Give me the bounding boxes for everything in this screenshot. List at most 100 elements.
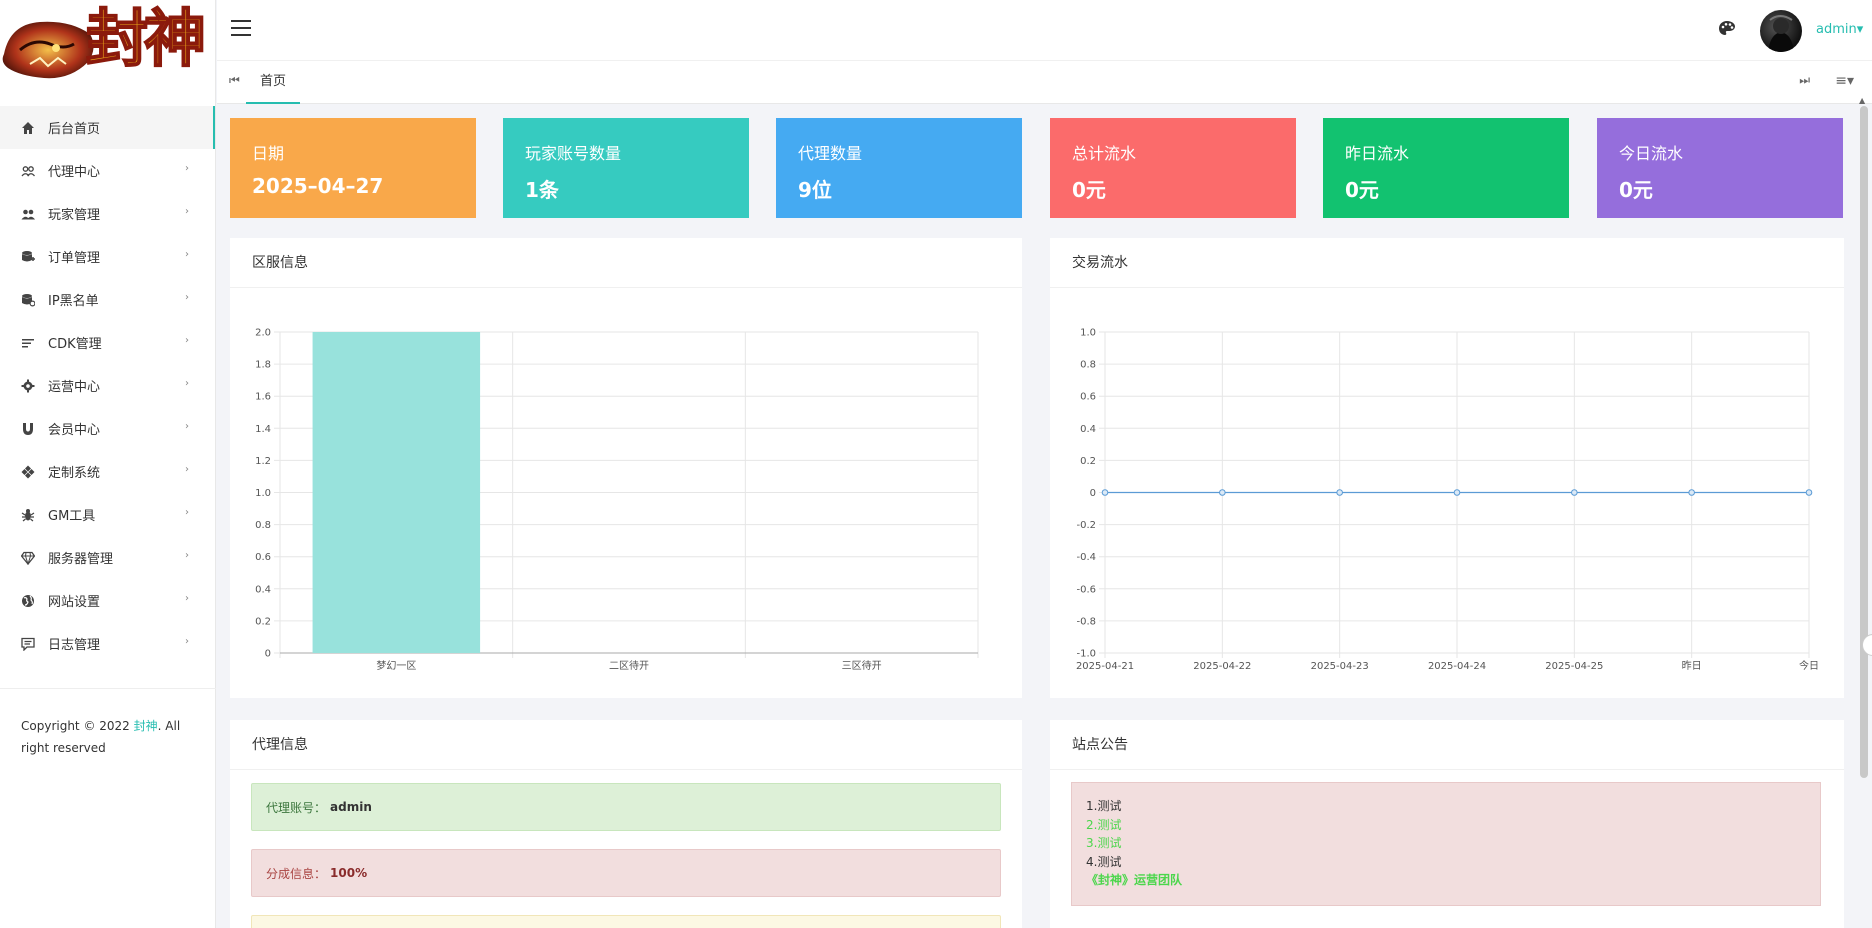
stat-label: 日期 <box>252 144 285 163</box>
y-tick-label: -0.6 <box>1076 584 1096 595</box>
tab-next-icon[interactable]: ⏭ <box>1799 73 1810 88</box>
page-scrollbar[interactable] <box>1860 106 1868 778</box>
dragon-logo-icon <box>2 21 94 79</box>
sidebar-item-label: GM工具 <box>48 509 96 524</box>
magnet-icon <box>20 421 36 437</box>
y-tick-label: 1.6 <box>255 392 271 403</box>
chevron-right-icon: › <box>185 507 189 518</box>
sidebar-item-label: IP黑名单 <box>48 294 99 309</box>
online-players-bar-chart: 在线人数00.20.40.60.81.01.21.41.61.82.0梦幻一区二… <box>255 328 979 672</box>
bug-icon <box>20 507 36 523</box>
data-point[interactable] <box>1336 489 1343 496</box>
home-icon <box>20 120 36 136</box>
data-point[interactable] <box>1805 489 1813 496</box>
x-tick-label: 昨日 <box>1682 660 1702 672</box>
chevron-right-icon: › <box>185 292 189 303</box>
stat-card-2: 代理数量 9位 <box>776 118 1022 218</box>
sidebar-item-1[interactable]: 代理中心 › <box>0 149 215 192</box>
agent-account-label: 代理账号： <box>266 800 327 815</box>
data-point[interactable] <box>1571 489 1578 496</box>
data-point[interactable] <box>1219 489 1226 496</box>
sidebar-item-10[interactable]: 服务器管理 › <box>0 536 215 579</box>
tab-prev-icon[interactable]: ⏮ <box>229 73 240 88</box>
sidebar-item-4[interactable]: IP黑名单 › <box>0 278 215 321</box>
y-tick-label: 1.0 <box>255 488 271 499</box>
scroll-up-icon[interactable]: ▲ <box>1859 96 1865 105</box>
agent-share-label: 分成信息： <box>266 866 327 881</box>
stat-label: 玩家账号数量 <box>525 144 622 163</box>
database-plus-icon <box>20 249 36 265</box>
sidebar-item-6[interactable]: 运营中心 › <box>0 364 215 407</box>
y-tick-label: -0.8 <box>1076 616 1096 627</box>
sidebar-item-label: CDK管理 <box>48 337 102 352</box>
stat-value: 1条 <box>525 178 559 202</box>
copyright-brand-link[interactable]: 封神 <box>134 719 158 733</box>
stat-label: 昨日流水 <box>1345 144 1410 163</box>
panel-title: 站点公告 <box>1050 720 1844 770</box>
sidebar-item-0[interactable]: 后台首页 <box>0 106 215 149</box>
agent-share-value: 100% <box>330 866 368 880</box>
agents-icon <box>20 163 36 179</box>
sidebar-item-2[interactable]: 玩家管理 › <box>0 192 215 235</box>
sidebar-item-3[interactable]: 订单管理 › <box>0 235 215 278</box>
data-point[interactable] <box>1101 489 1109 496</box>
panel-title: 交易流水 <box>1050 238 1844 288</box>
sidebar-item-label: 日志管理 <box>48 638 101 653</box>
trade-flow-panel: 交易流水 交易流水-1.0-0.8-0.6-0.4-0.200.20.40.60… <box>1050 238 1844 698</box>
y-tick-label: 0.6 <box>255 552 271 563</box>
data-point[interactable] <box>1453 489 1461 496</box>
y-tick-label: -0.2 <box>1076 520 1096 531</box>
agent-info-panel: 代理信息 代理账号： admin 分成信息： 100% <box>230 720 1022 928</box>
gear-icon <box>20 378 36 394</box>
y-tick-label: 0 <box>1090 488 1096 499</box>
puzzle-icon <box>20 464 36 480</box>
sidebar-item-7[interactable]: 会员中心 › <box>0 407 215 450</box>
y-tick-label: -0.4 <box>1076 552 1096 563</box>
chevron-right-icon: › <box>185 636 189 647</box>
palette-icon[interactable] <box>1718 20 1736 38</box>
stat-card-0: 日期 2025–04–27 <box>230 118 476 218</box>
sidebar-item-label: 会员中心 <box>48 423 101 438</box>
notice-box: 1.测试 2.测试 3.测试 4.测试 《封神》运营团队 <box>1071 782 1821 906</box>
diamond-icon <box>20 550 36 566</box>
stat-card-4: 昨日流水 0元 <box>1323 118 1569 218</box>
tab-home[interactable]: 首页 <box>246 61 301 104</box>
logo[interactable]: 封神 <box>0 0 215 106</box>
sidebar-item-5[interactable]: CDK管理 › <box>0 321 215 364</box>
chevron-right-icon: › <box>185 163 189 174</box>
x-tick-label: 梦幻一区 <box>376 659 416 672</box>
y-tick-label: 0.8 <box>255 520 271 531</box>
notice-line: 2.测试 <box>1086 817 1122 832</box>
y-tick-label: 2.0 <box>255 328 271 339</box>
hamburger-menu-icon[interactable] <box>231 20 251 38</box>
database-block-icon <box>20 292 36 308</box>
agent-extra-box <box>251 915 1001 928</box>
sidebar-item-9[interactable]: GM工具 › <box>0 493 215 536</box>
chevron-right-icon: › <box>185 249 189 260</box>
agent-share-box: 分成信息： 100% <box>251 849 1001 897</box>
bar[interactable] <box>312 332 481 653</box>
stat-value: 0元 <box>1072 178 1106 202</box>
sidebar-item-label: 代理中心 <box>48 165 101 180</box>
avatar[interactable] <box>1760 10 1802 52</box>
stat-label: 代理数量 <box>798 144 863 163</box>
x-tick-label: 2025-04-23 <box>1311 661 1369 672</box>
user-menu-dropdown[interactable]: admin▾ <box>1816 22 1863 37</box>
y-tick-label: 0.4 <box>255 584 271 595</box>
sidebar-item-11[interactable]: 网站设置 › <box>0 579 215 622</box>
chevron-right-icon: › <box>185 378 189 389</box>
sidebar-item-8[interactable]: 定制系统 › <box>0 450 215 493</box>
stat-label: 今日流水 <box>1619 144 1684 163</box>
copyright: Copyright © 2022 封神. All right reserved <box>0 688 216 759</box>
trade-flow-line-chart: 交易流水-1.0-0.8-0.6-0.4-0.200.20.40.60.81.0… <box>1076 328 1819 673</box>
panel-title: 区服信息 <box>230 238 1022 288</box>
y-tick-label: 1.8 <box>255 360 271 371</box>
data-point[interactable] <box>1688 489 1695 496</box>
sidebar-item-12[interactable]: 日志管理 › <box>0 622 215 665</box>
x-tick-label: 2025-04-22 <box>1193 661 1251 672</box>
tab-options-icon[interactable]: ≡▾ <box>1835 73 1854 89</box>
tab-bar: ⏮ 首页 ⏭ ≡▾ <box>217 60 1872 104</box>
x-tick-label: 2025-04-24 <box>1428 661 1486 672</box>
y-tick-label: -1.0 <box>1076 649 1096 660</box>
y-tick-label: 0.6 <box>1080 392 1096 403</box>
